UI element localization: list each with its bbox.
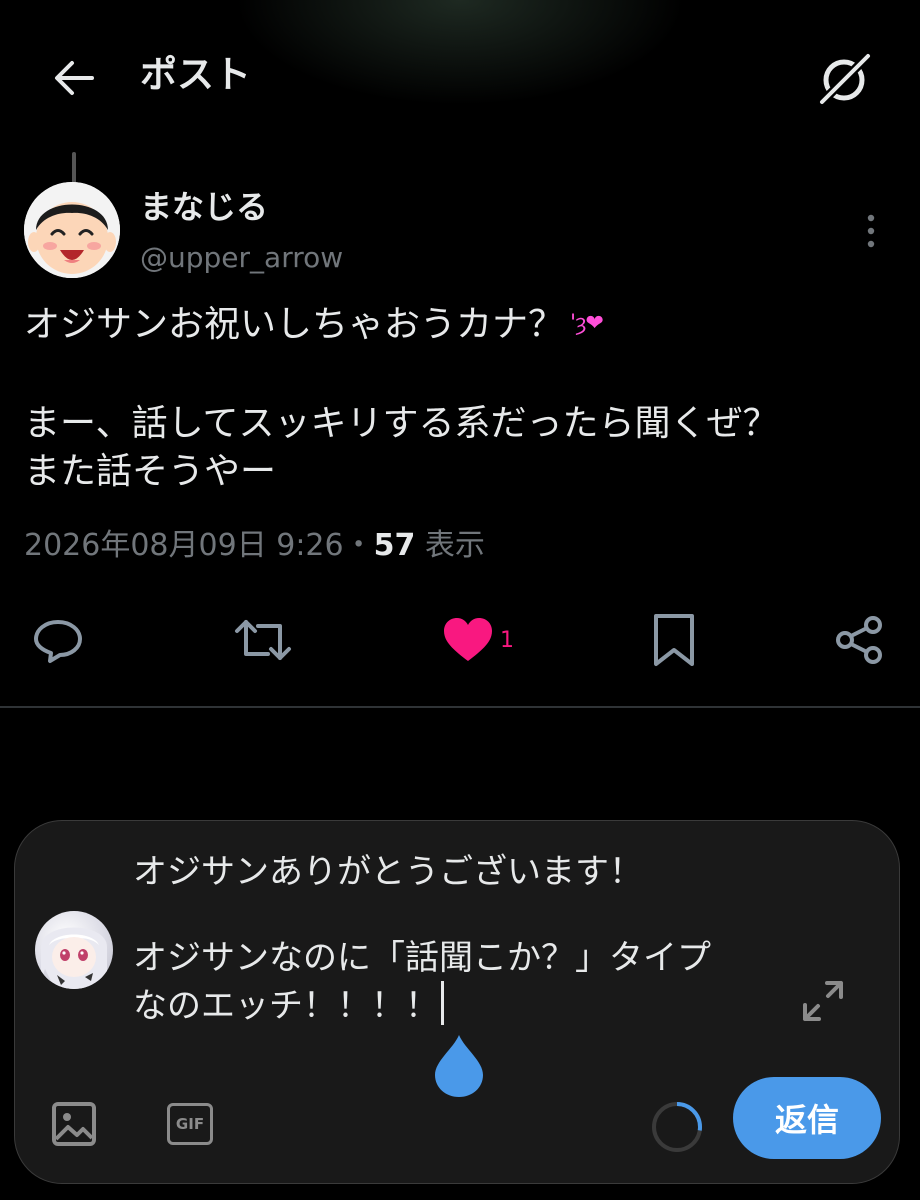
author-handle[interactable]: @upper_arrow bbox=[140, 238, 343, 278]
text-caret bbox=[441, 981, 444, 1025]
views-count: 57 bbox=[373, 528, 416, 563]
comment-icon bbox=[34, 620, 82, 663]
reply-composer: オジサンありがとうございます！ オジサンなのに「話聞こか？」タイプ なのエッチ！… bbox=[14, 820, 900, 1184]
like-action-button[interactable]: 1 bbox=[442, 605, 514, 675]
like-count: 1 bbox=[500, 627, 514, 653]
add-image-button[interactable] bbox=[51, 1101, 97, 1147]
meta-separator: ・ bbox=[343, 528, 374, 563]
expand-icon bbox=[803, 981, 843, 1021]
page-title: ポスト bbox=[140, 53, 251, 96]
views-label: 表示 bbox=[424, 528, 485, 563]
post-text-line: また話そうやー bbox=[24, 451, 277, 492]
top-bar: ポスト bbox=[0, 0, 920, 150]
cursor-drag-handle[interactable] bbox=[433, 1033, 485, 1099]
user-avatar[interactable] bbox=[35, 911, 113, 989]
grok-icon bbox=[818, 52, 872, 106]
repost-icon bbox=[235, 620, 291, 660]
grok-button[interactable] bbox=[812, 48, 876, 112]
image-icon bbox=[52, 1102, 96, 1146]
bookmark-icon bbox=[654, 614, 694, 666]
avatar-illustration bbox=[24, 182, 120, 278]
author-avatar[interactable] bbox=[24, 182, 120, 278]
expand-composer-button[interactable] bbox=[799, 977, 847, 1025]
reply-text-line: オジサンありがとうございます！ bbox=[133, 852, 643, 892]
reply-submit-button[interactable]: 返信 bbox=[733, 1077, 881, 1159]
post-text-line: オジサンお祝いしちゃおうカナ？'ȝ❤ bbox=[24, 304, 604, 345]
reply-action-button[interactable] bbox=[32, 605, 84, 675]
post-actions: 1 bbox=[0, 605, 920, 675]
anime-avatar-illustration bbox=[39, 927, 107, 989]
share-icon bbox=[836, 616, 882, 664]
post-text-line: まー、話してスッキリする系だったら聞くぜ？ bbox=[24, 403, 779, 444]
arrow-left-icon bbox=[55, 61, 94, 95]
progress-ring-icon bbox=[652, 1102, 702, 1152]
reply-text-line: オジサンなのに「話聞こか？」タイプ bbox=[133, 938, 711, 978]
post-timestamp: 2026年08月09日 9:26 bbox=[24, 528, 344, 563]
heart-filled-icon bbox=[444, 618, 492, 661]
post-meta: 2026年08月09日 9:26・57 表示 bbox=[24, 524, 485, 568]
reply-text-line: なのエッチ！！！！ bbox=[133, 981, 793, 1027]
more-vertical-icon bbox=[867, 214, 875, 248]
share-action-button[interactable] bbox=[834, 605, 886, 675]
back-button[interactable] bbox=[48, 52, 100, 104]
post-text: オジサンお祝いしちゃおうカナ？'ȝ❤ まー、話してスッキリする系だったら聞くぜ？… bbox=[24, 300, 904, 496]
add-gif-button[interactable]: GIF bbox=[167, 1103, 213, 1145]
bookmark-action-button[interactable] bbox=[650, 605, 698, 675]
divider bbox=[0, 706, 920, 708]
character-count-ring bbox=[649, 1099, 705, 1155]
teardrop-handle-icon bbox=[435, 1035, 483, 1097]
repost-action-button[interactable] bbox=[234, 605, 292, 675]
author-display-name[interactable]: まなじる bbox=[140, 185, 268, 229]
kiss-emoji-icon: 'ȝ❤ bbox=[570, 311, 604, 336]
more-options-button[interactable] bbox=[856, 210, 886, 252]
reply-input[interactable]: オジサンありがとうございます！ オジサンなのに「話聞こか？」タイプ なのエッチ！… bbox=[133, 849, 793, 1027]
